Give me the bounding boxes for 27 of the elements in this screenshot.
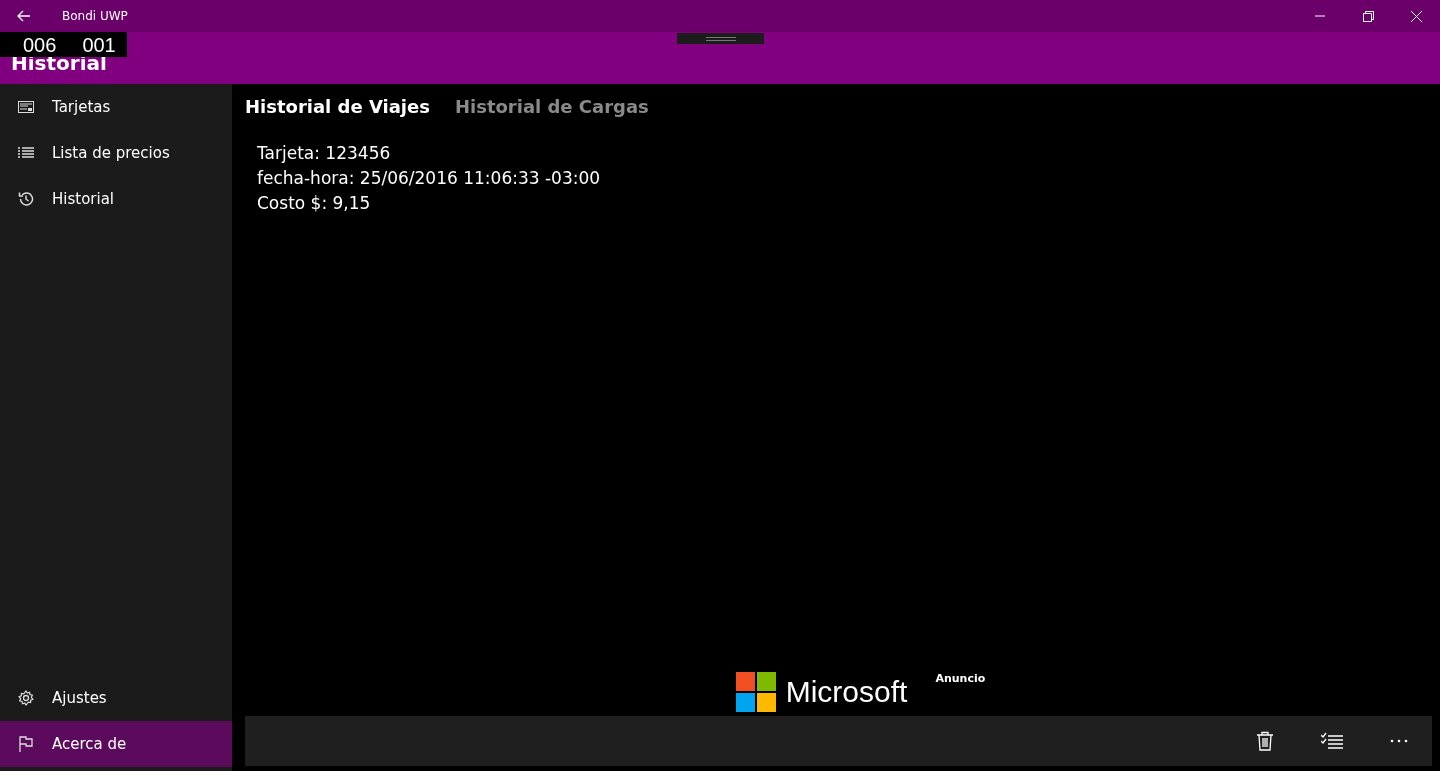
nav-item[interactable]: Acerca de xyxy=(0,721,232,767)
ad-label: Anuncio xyxy=(935,672,986,685)
list-icon xyxy=(18,146,34,160)
trip-detail: Tarjeta: 123456 xyxy=(257,142,392,165)
card-icon xyxy=(18,100,34,114)
back-arrow-icon xyxy=(17,10,31,22)
flag-icon xyxy=(18,736,34,752)
gear-icon xyxy=(18,690,34,706)
checklist-icon xyxy=(1320,732,1343,750)
nav-item[interactable]: Historial xyxy=(0,176,232,222)
ad-brand[interactable]: Microsoft xyxy=(785,675,908,709)
close-icon xyxy=(1410,10,1422,22)
window-title: Bondi UWP xyxy=(62,9,128,23)
trip-detail: fecha-hora: 25/06/2016 11:06:33 -03:00 xyxy=(257,167,602,190)
nav-item[interactable]: Ajustes xyxy=(0,675,232,721)
pivot-tab[interactable]: Historial de Cargas xyxy=(454,96,649,117)
pivot-tab[interactable]: Historial de Viajes xyxy=(245,96,430,117)
nav-item[interactable]: Lista de precios xyxy=(0,130,232,176)
history-icon xyxy=(18,191,34,207)
frame-counter: 006 001 xyxy=(0,32,127,57)
delete-icon xyxy=(1255,731,1274,751)
trip-detail: Costo $: 9,15 xyxy=(257,192,372,215)
nav-item[interactable]: Tarjetas xyxy=(0,84,232,130)
more-icon xyxy=(1389,739,1408,743)
restore-icon xyxy=(1362,10,1374,22)
drag-handle[interactable] xyxy=(677,33,764,44)
windows-logo-icon xyxy=(735,672,776,712)
